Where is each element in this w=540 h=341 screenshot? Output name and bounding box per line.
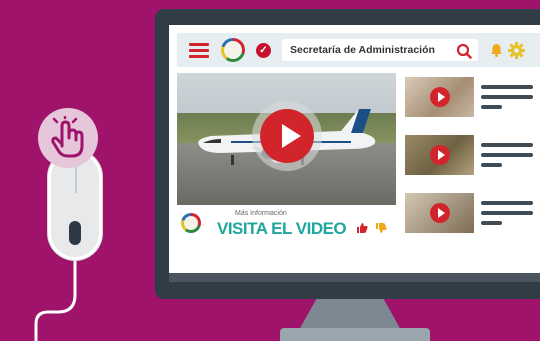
main-video[interactable] xyxy=(177,73,396,205)
thumb-down-icon[interactable] xyxy=(375,222,387,234)
search-text: Secretaría de Administración xyxy=(290,44,435,56)
main-play-button[interactable] xyxy=(252,101,322,171)
click-badge[interactable] xyxy=(38,108,98,168)
side-video-text-lines xyxy=(481,201,533,231)
mouse-wheel xyxy=(69,221,81,245)
side-video-text-lines xyxy=(481,143,533,173)
side-video-item[interactable] xyxy=(405,77,540,117)
caption-subtitle: Más Información xyxy=(235,210,287,217)
gear-icon[interactable] xyxy=(508,42,525,59)
search-bar[interactable]: Secretaría de Administración xyxy=(282,39,478,61)
top-bar: ✓ Secretaría de Administración xyxy=(177,33,540,67)
caption-logo xyxy=(181,213,201,233)
side-video-item[interactable] xyxy=(405,193,540,233)
play-icon xyxy=(282,124,301,148)
video-caption: Más Información VISITA EL VIDEO xyxy=(177,205,396,241)
visit-video-link[interactable]: VISITA EL VIDEO xyxy=(217,219,347,239)
side-video-item[interactable] xyxy=(405,135,540,175)
monitor-screen: ✓ Secretaría de Administración Más Infor… xyxy=(169,25,540,275)
monitor-chin xyxy=(169,273,540,282)
play-icon[interactable] xyxy=(430,203,450,223)
play-icon[interactable] xyxy=(430,87,450,107)
menu-icon[interactable] xyxy=(189,43,209,58)
monitor-base xyxy=(280,328,430,341)
monitor: ✓ Secretaría de Administración Más Infor… xyxy=(155,9,540,299)
side-video-text-lines xyxy=(481,85,533,115)
hand-click-icon xyxy=(51,116,84,158)
play-icon[interactable] xyxy=(430,145,450,165)
check-badge-icon: ✓ xyxy=(256,43,271,58)
thumb-up-icon[interactable] xyxy=(356,222,368,234)
logo-emblem[interactable] xyxy=(221,38,245,62)
search-icon[interactable] xyxy=(456,43,472,59)
bell-icon[interactable] xyxy=(490,43,503,57)
